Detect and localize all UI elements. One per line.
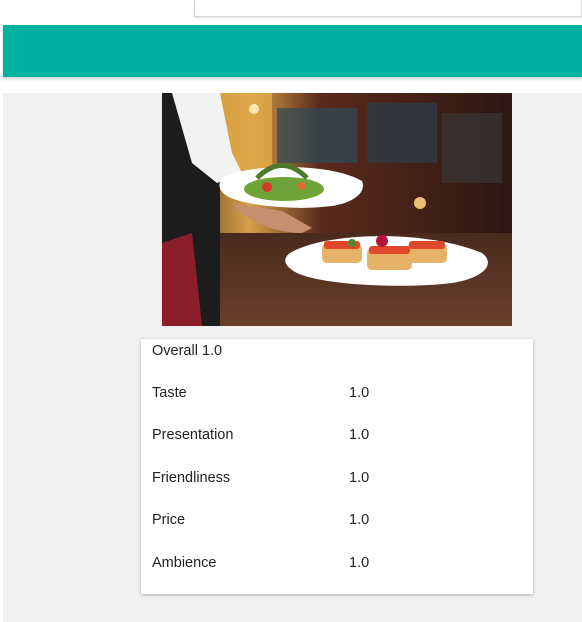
restaurant-photo [162, 93, 512, 326]
rating-row-ambience: Ambience 1.0 [152, 555, 522, 575]
overall-rating: Overall 1.0 [152, 343, 222, 359]
rating-row-presentation: Presentation 1.0 [152, 427, 522, 447]
rating-label: Presentation [152, 427, 234, 443]
rating-value: 1.0 [349, 512, 370, 528]
rating-label: Friendliness [152, 470, 231, 486]
overall-value: 1.0 [201, 343, 223, 359]
rating-value: 1.0 [349, 427, 370, 443]
rating-label: Taste [152, 385, 187, 401]
app-header-bar [3, 25, 582, 77]
rating-row-taste: Taste 1.0 [152, 385, 522, 405]
rating-label: Ambience [152, 555, 217, 571]
rating-row-price: Price 1.0 [152, 512, 522, 532]
top-card-edge [194, 0, 582, 17]
rating-value: 1.0 [349, 555, 370, 571]
rating-label: Price [152, 512, 186, 528]
overall-label: Overall [152, 343, 198, 359]
rating-row-friendliness: Friendliness 1.0 [152, 470, 522, 490]
rating-value: 1.0 [349, 385, 370, 401]
ratings-card: Overall 1.0 Taste 1.0 Presentation 1.0 F… [141, 339, 533, 594]
rating-value: 1.0 [349, 470, 370, 486]
